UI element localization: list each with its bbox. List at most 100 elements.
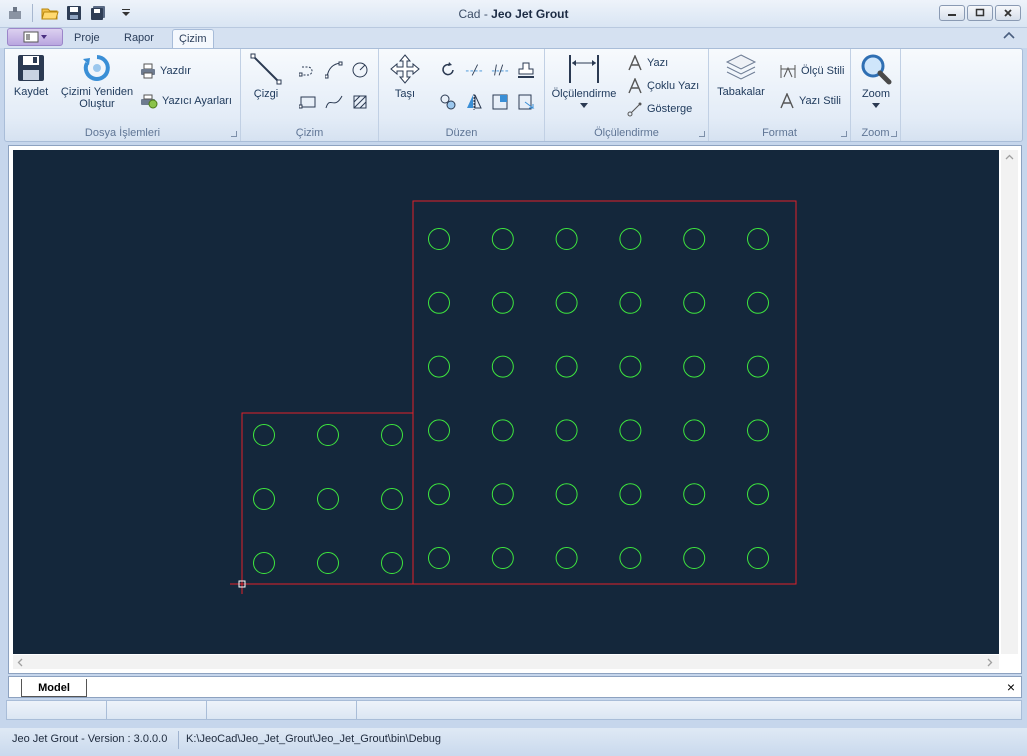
coklu-yazi-label: Çoklu Yazı [647,80,700,92]
grout-column-circle[interactable] [317,488,339,510]
close-icon[interactable]: × [1007,679,1015,695]
grout-column-circle[interactable] [619,291,642,314]
grout-column-circle[interactable] [747,355,769,378]
grout-column-circle[interactable] [491,419,514,442]
grout-column-circle[interactable] [253,552,275,574]
ribbon-collapse-button[interactable] [1003,30,1015,42]
grout-column-circle[interactable] [747,547,769,569]
kaydet-button[interactable]: Kaydet [11,53,51,98]
grout-column-circle[interactable] [683,419,706,442]
zoom-button[interactable]: Zoom [857,53,895,111]
minimize-button[interactable] [939,5,965,21]
grout-column-circle[interactable] [428,547,450,569]
grout-column-circle[interactable] [381,488,403,510]
grout-column-circle[interactable] [253,488,275,510]
yazi-stili-label: Yazı Stili [799,95,841,107]
drawing-canvas[interactable] [13,150,999,654]
grout-column-circle[interactable] [619,547,642,569]
grout-column-circle[interactable] [491,547,514,569]
scroll-left-icon[interactable] [17,658,23,670]
dialog-launcher-icon[interactable] [699,131,705,137]
grout-column-circle[interactable] [317,552,339,574]
tasi-button[interactable]: Taşı [387,53,423,100]
grout-column-circle[interactable] [555,483,578,506]
dialog-launcher-icon[interactable] [231,131,237,137]
grout-column-circle[interactable] [253,424,275,446]
grout-column-circle[interactable] [491,291,514,314]
status-cell [107,701,207,719]
drawing-frame [8,145,1022,674]
gosterge-button[interactable]: Gösterge [627,101,692,117]
grout-column-circle[interactable] [428,228,450,250]
grout-column-circle[interactable] [747,291,769,314]
grout-column-circle[interactable] [683,228,706,250]
olculendirme-button[interactable]: Ölçülendirme [551,53,617,111]
grout-column-circle[interactable] [747,228,769,250]
grout-column-circle[interactable] [428,483,450,506]
scroll-up-icon[interactable] [1005,152,1014,163]
grout-column-circle[interactable] [491,355,514,378]
grout-column-circle[interactable] [619,355,642,378]
tab-model[interactable]: Model [21,679,87,697]
cizimi-yeniden-olustur-button[interactable]: Çizimi Yeniden Oluştur [57,53,137,110]
application-menu-button[interactable] [7,28,63,46]
mirror-icon[interactable] [465,93,483,111]
scale-icon[interactable] [491,93,509,111]
coklu-yazi-button[interactable]: Çoklu Yazı [627,78,699,94]
grout-column-circle[interactable] [555,291,578,314]
grout-column-circle[interactable] [747,419,769,442]
grout-column-circle[interactable] [683,291,706,314]
grout-column-circle[interactable] [555,228,578,250]
grout-column-circle[interactable] [683,547,706,569]
dialog-launcher-icon[interactable] [891,131,897,137]
stretch-icon[interactable] [517,93,535,111]
rectangle-icon[interactable] [299,93,317,111]
polyline-icon[interactable] [299,61,317,79]
maximize-button[interactable] [967,5,993,21]
grout-column-circle[interactable] [491,228,514,250]
arc-icon[interactable] [325,61,343,79]
grout-column-circle[interactable] [619,228,642,250]
grout-column-circle[interactable] [619,483,642,506]
grout-column-circle[interactable] [428,355,450,378]
extend-icon[interactable] [491,61,509,79]
tab-cizim[interactable]: Çizim [172,29,214,48]
grout-column-circle[interactable] [428,291,450,314]
grout-column-circle[interactable] [317,424,339,446]
grout-column-circle[interactable] [428,419,450,442]
grout-column-circle[interactable] [555,547,578,569]
scroll-right-icon[interactable] [987,658,993,670]
copy-objects-icon[interactable] [439,93,457,111]
rotate-icon[interactable] [439,61,457,79]
yazi-button[interactable]: Yazı [627,55,668,71]
grout-column-circle[interactable] [491,483,514,506]
tab-rapor[interactable]: Rapor [118,29,160,48]
grout-column-circle[interactable] [747,483,769,506]
yazi-stili-button[interactable]: Yazı Stili [779,93,841,109]
grout-column-circle[interactable] [555,419,578,442]
vertical-scrollbar[interactable] [1001,150,1018,654]
trim-icon[interactable] [465,61,483,79]
tabakalar-button[interactable]: Tabakalar [715,53,767,98]
dialog-launcher-icon[interactable] [841,131,847,137]
tab-proje[interactable]: Proje [68,29,106,48]
horizontal-scrollbar[interactable] [13,655,999,669]
close-button[interactable] [995,5,1021,21]
text-icon [628,55,642,71]
olcu-stili-button[interactable]: Ölçü Stili [779,63,844,79]
stamp-icon[interactable] [517,61,535,79]
group-label-format: Format [762,127,797,139]
grout-column-circle[interactable] [683,483,706,506]
cad-drawing[interactable] [13,150,999,654]
grout-column-circle[interactable] [683,355,706,378]
spline-icon[interactable] [325,93,343,111]
grout-column-circle[interactable] [381,424,403,446]
grout-column-circle[interactable] [381,552,403,574]
hatch-icon[interactable] [351,93,369,111]
yazdir-button[interactable]: Yazdır [140,63,191,79]
grout-column-circle[interactable] [555,355,578,378]
circle-icon[interactable] [351,61,369,79]
cizgi-button[interactable]: Çizgi [247,53,285,100]
yazici-ayarlari-button[interactable]: Yazıcı Ayarları [140,93,232,109]
grout-column-circle[interactable] [619,419,642,442]
